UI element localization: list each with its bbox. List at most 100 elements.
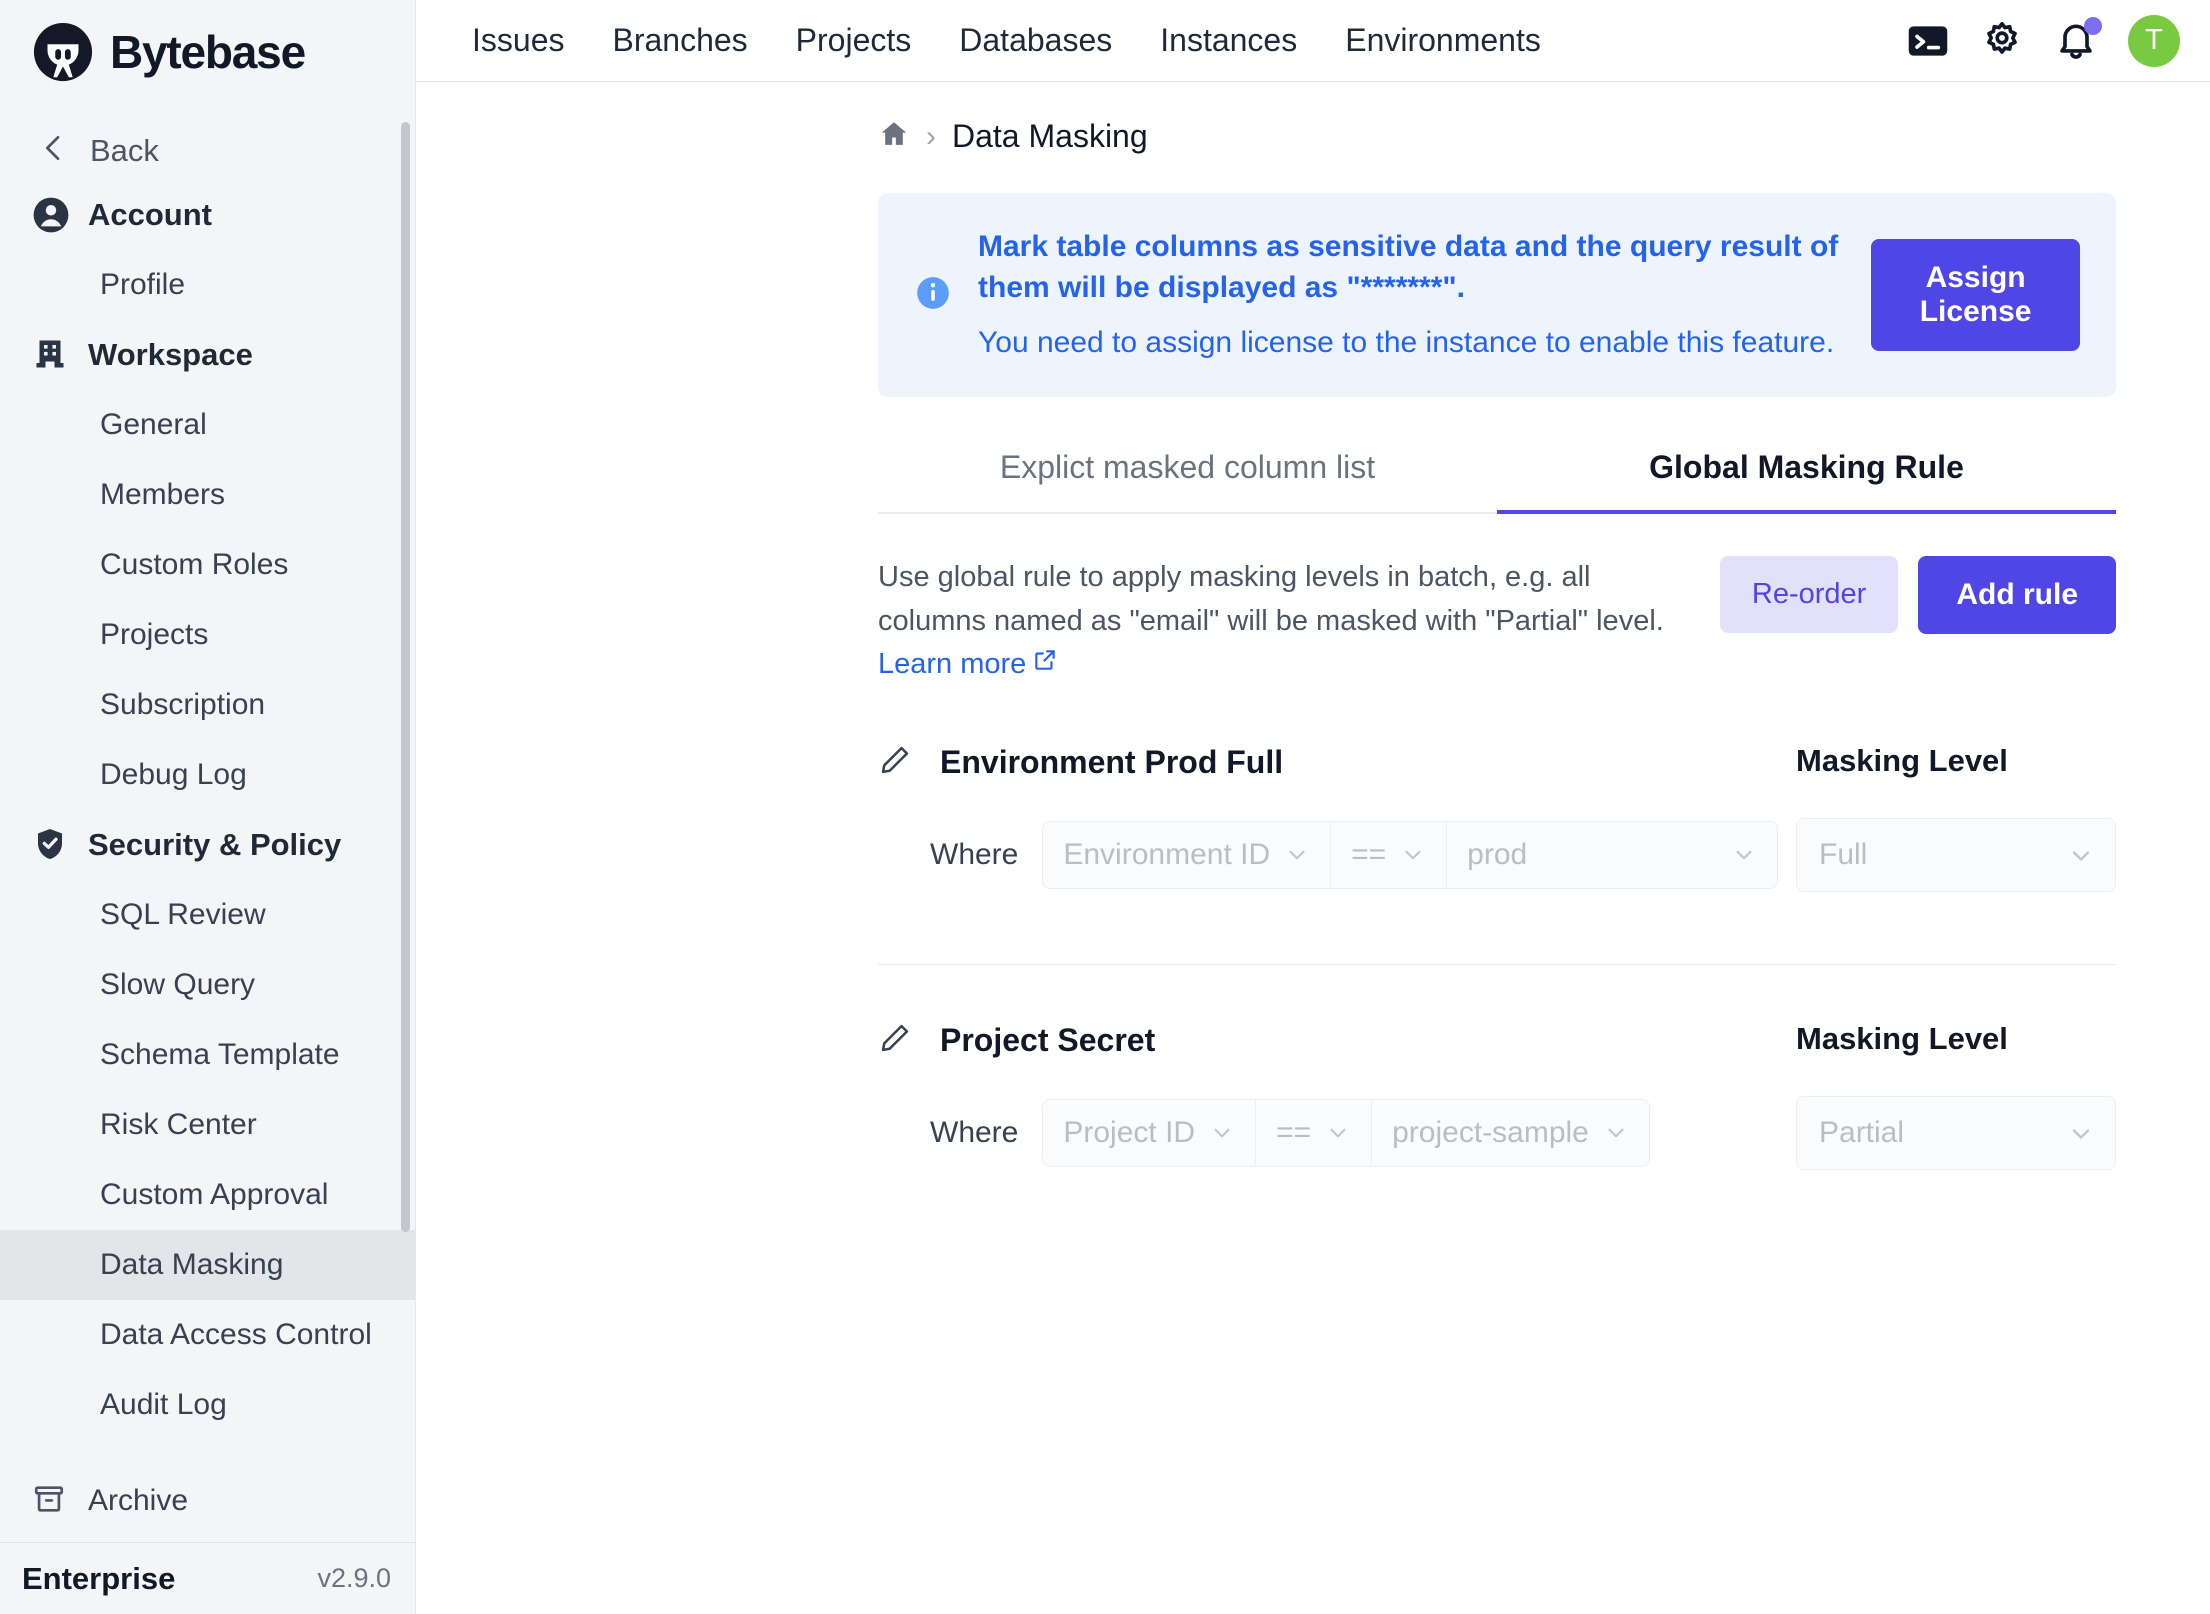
condition-field-value: Environment ID	[1063, 838, 1270, 872]
sidebar-item-sql-review[interactable]: SQL Review	[0, 880, 415, 950]
masking-level-column: Masking Level	[1796, 743, 2116, 779]
license-banner: Mark table columns as sensitive data and…	[878, 193, 2116, 397]
sidebar-item-general[interactable]: General	[0, 390, 415, 460]
banner-line-1: Mark table columns as sensitive data and…	[978, 227, 1845, 309]
sidebar-item-audit-log[interactable]: Audit Log	[0, 1370, 415, 1440]
brand-name: Bytebase	[110, 25, 305, 79]
sidebar-item-data-access-control[interactable]: Data Access Control	[0, 1300, 415, 1370]
back-button[interactable]: Back	[0, 122, 415, 180]
archive-box-icon	[32, 1482, 70, 1520]
nav-link-issues[interactable]: Issues	[448, 22, 588, 59]
chevron-down-icon	[1400, 842, 1426, 868]
reorder-button[interactable]: Re-order	[1720, 556, 1898, 633]
masking-level-value: Full	[1819, 838, 1867, 872]
where-label: Where	[930, 1116, 1018, 1150]
top-nav-links: Issues Branches Projects Databases Insta…	[448, 22, 1565, 59]
learn-more-link[interactable]: Learn more	[878, 648, 1058, 680]
sidebar-group-account[interactable]: Account	[0, 180, 415, 250]
description-text: Use global rule to apply masking levels …	[878, 561, 1664, 637]
condition-operator-select[interactable]: ==	[1256, 1100, 1372, 1166]
rule-title: Project Secret	[940, 1022, 1155, 1059]
notifications-button[interactable]	[2054, 19, 2098, 63]
pencil-icon[interactable]	[878, 1021, 912, 1060]
nav-link-branches[interactable]: Branches	[588, 22, 771, 59]
rule-header: Environment Prod Full Masking Level	[878, 743, 2116, 782]
sidebar-item-projects[interactable]: Projects	[0, 600, 415, 670]
sidebar-group-workspace[interactable]: Workspace	[0, 320, 415, 390]
top-action-icons: T	[1906, 15, 2180, 67]
rule-body: Where Environment ID ==	[878, 818, 2116, 892]
condition-operator-select[interactable]: ==	[1331, 822, 1447, 888]
assign-license-button[interactable]: Assign License	[1871, 239, 2080, 351]
sidebar-item-subscription[interactable]: Subscription	[0, 670, 415, 740]
sidebar-footer: Enterprise v2.9.0	[0, 1542, 415, 1614]
condition-value-select[interactable]: prod	[1447, 822, 1777, 888]
avatar[interactable]: T	[2128, 15, 2180, 67]
brand-logo[interactable]: Bytebase	[0, 0, 415, 104]
masking-level-column: Masking Level	[1796, 1021, 2116, 1057]
learn-more-label: Learn more	[878, 648, 1026, 680]
chevron-down-icon	[1284, 842, 1310, 868]
nav-link-instances[interactable]: Instances	[1136, 22, 1321, 59]
plan-badge: Enterprise	[22, 1561, 175, 1597]
nav-link-projects[interactable]: Projects	[772, 22, 936, 59]
sidebar-item-slow-query[interactable]: Slow Query	[0, 950, 415, 1020]
main-area: Issues Branches Projects Databases Insta…	[416, 0, 2210, 1614]
sidebar-item-archive[interactable]: Archive	[0, 1470, 415, 1532]
sidebar-item-risk-center[interactable]: Risk Center	[0, 1090, 415, 1160]
notification-badge-dot	[2084, 17, 2102, 35]
external-link-icon	[1032, 648, 1058, 680]
gear-icon[interactable]	[1980, 19, 2024, 63]
home-icon[interactable]	[878, 118, 910, 155]
building-icon	[32, 336, 70, 374]
condition-field-select[interactable]: Environment ID	[1043, 822, 1331, 888]
sidebar-item-custom-roles[interactable]: Custom Roles	[0, 530, 415, 600]
banner-text: Mark table columns as sensitive data and…	[978, 227, 1845, 363]
sidebar-item-schema-template[interactable]: Schema Template	[0, 1020, 415, 1090]
condition-group: Where Project ID ==	[878, 1099, 1796, 1167]
banner-line-2: You need to assign license to the instan…	[978, 323, 1845, 364]
chevron-down-icon	[1603, 1120, 1629, 1146]
chevron-down-icon	[2067, 842, 2093, 868]
bytebase-logo-icon	[32, 21, 94, 83]
masking-level-label: Masking Level	[1796, 743, 2116, 779]
condition-group: Where Environment ID ==	[878, 821, 1796, 889]
rule-title-group: Environment Prod Full	[878, 743, 1796, 782]
tab-explicit-masked-column-list[interactable]: Explict masked column list	[878, 449, 1497, 512]
sidebar-group-label: Account	[88, 197, 212, 233]
breadcrumb: › Data Masking	[878, 82, 2116, 155]
tab-global-masking-rule[interactable]: Global Masking Rule	[1497, 449, 2116, 512]
masking-rule-row: Environment Prod Full Masking Level Wher…	[878, 687, 2116, 892]
back-label: Back	[90, 133, 159, 169]
add-rule-button[interactable]: Add rule	[1918, 556, 2116, 634]
global-rule-description: Use global rule to apply masking levels …	[878, 556, 1700, 687]
sidebar-item-custom-approval[interactable]: Custom Approval	[0, 1160, 415, 1230]
chevron-left-icon	[38, 132, 76, 170]
sidebar-item-profile[interactable]: Profile	[0, 250, 415, 320]
condition-value-select[interactable]: project-sample	[1372, 1100, 1649, 1166]
sidebar-group-security-policy[interactable]: Security & Policy	[0, 810, 415, 880]
nav-link-databases[interactable]: Databases	[935, 22, 1136, 59]
condition-segments: Environment ID == prod	[1042, 821, 1778, 889]
pencil-icon[interactable]	[878, 743, 912, 782]
masking-level-select[interactable]: Full	[1796, 818, 2116, 892]
chevron-down-icon	[1209, 1120, 1235, 1146]
chevron-down-icon	[1731, 842, 1757, 868]
condition-field-select[interactable]: Project ID	[1043, 1100, 1256, 1166]
version-label: v2.9.0	[317, 1563, 391, 1594]
masking-level-value: Partial	[1819, 1116, 1904, 1150]
sidebar-item-data-masking[interactable]: Data Masking	[0, 1230, 415, 1300]
sidebar-item-debug-log[interactable]: Debug Log	[0, 740, 415, 810]
condition-segments: Project ID == project-sample	[1042, 1099, 1650, 1167]
masking-level-select[interactable]: Partial	[1796, 1096, 2116, 1170]
terminal-icon[interactable]	[1906, 19, 1950, 63]
chevron-down-icon	[2067, 1120, 2093, 1146]
top-navigation-bar: Issues Branches Projects Databases Insta…	[416, 0, 2210, 82]
masking-level-control: Partial	[1796, 1096, 2116, 1170]
sidebar-item-members[interactable]: Members	[0, 460, 415, 530]
masking-level-label: Masking Level	[1796, 1021, 2116, 1057]
condition-value: prod	[1467, 838, 1527, 872]
chevron-down-icon	[1325, 1120, 1351, 1146]
sidebar-scrollbar[interactable]	[401, 122, 410, 1232]
nav-link-environments[interactable]: Environments	[1321, 22, 1565, 59]
